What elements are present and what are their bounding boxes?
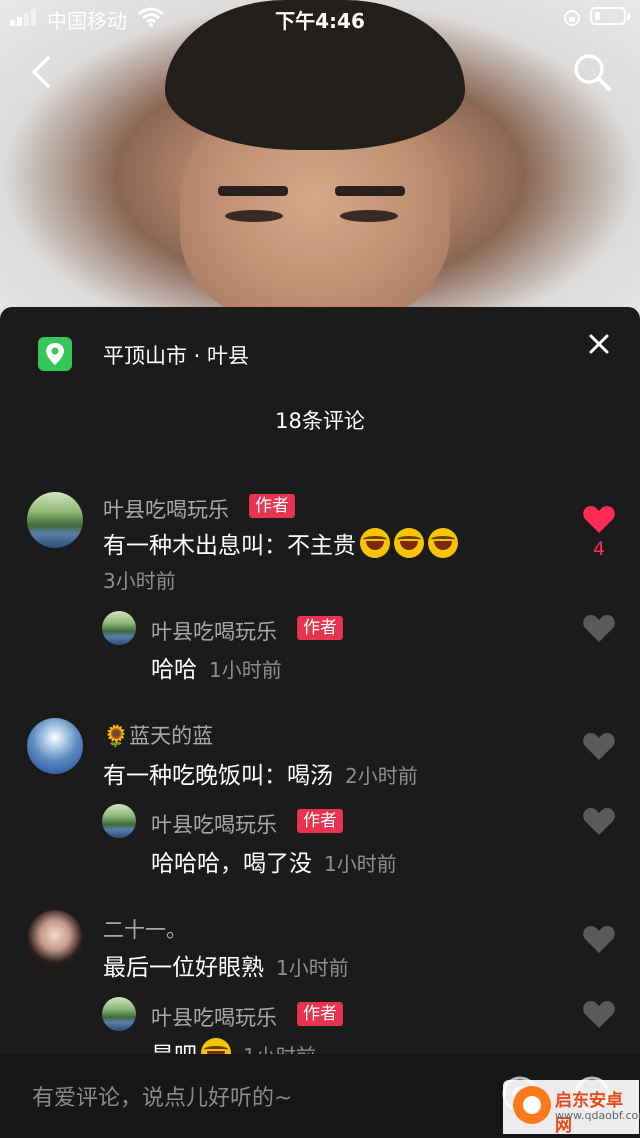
heart-icon[interactable] [582, 730, 616, 762]
heart-liked-icon[interactable] [582, 503, 616, 535]
reply-body: 哈哈 [151, 657, 197, 683]
search-icon[interactable] [570, 50, 614, 94]
sunflower-emoji-icon: 🌻 [103, 724, 130, 748]
reply-time: 1小时前 [209, 658, 282, 682]
reply-text: 哈哈哈，喝了没 1小时前 [151, 844, 397, 878]
back-icon[interactable] [24, 52, 64, 92]
author-badge: 作者 [297, 616, 343, 640]
rotation-lock-icon [564, 10, 580, 26]
site-watermark: 启东安卓网 www.qdaobf.com [503, 1080, 640, 1136]
comment-time: 3小时前 [103, 569, 176, 593]
avatar[interactable] [27, 718, 83, 774]
comment-body: 有一种木出息叫：不主贵 [103, 533, 356, 559]
author-badge: 作者 [297, 809, 343, 833]
video-eyebrow-left [218, 186, 288, 196]
reply-body: 哈哈哈，喝了没 [151, 851, 312, 877]
video-eyebrow-right [335, 186, 405, 196]
author-badge: 作者 [297, 1002, 343, 1026]
rolling-laugh-emoji-icon [394, 528, 424, 558]
comment-text: 有一种木出息叫：不主贵 [103, 526, 458, 560]
comment-text: 有一种吃晚饭叫：喝汤 2小时前 [103, 756, 418, 790]
heart-icon[interactable] [582, 923, 616, 955]
comment-text: 最后一位好眼熟 1小时前 [103, 948, 349, 982]
avatar[interactable] [102, 804, 136, 838]
reply-text: 哈哈 1小时前 [151, 650, 282, 684]
reply-username[interactable]: 叶县吃喝玩乐 [151, 809, 277, 839]
reply-username[interactable]: 叶县吃喝玩乐 [151, 1002, 277, 1032]
location-row[interactable]: 平顶山市 · 叶县 [0, 307, 640, 403]
video-eye-right [340, 210, 398, 222]
comment-input[interactable] [30, 1079, 474, 1117]
avatar[interactable] [102, 997, 136, 1031]
avatar[interactable] [27, 492, 83, 548]
comment-body: 最后一位好眼熟 [103, 955, 264, 981]
watermark-url: www.qdaobf.com [555, 1109, 640, 1122]
location-pin-icon [38, 337, 72, 371]
comment-time: 1小时前 [276, 956, 349, 980]
comment-time: 2小时前 [345, 764, 418, 788]
rolling-laugh-emoji-icon [360, 528, 390, 558]
clock: 下午4:46 [275, 9, 365, 33]
reply-username[interactable]: 叶县吃喝玩乐 [151, 616, 277, 646]
heart-icon[interactable] [582, 998, 616, 1030]
status-bar: 中国移动 下午4:46 [0, 0, 640, 36]
watermark-logo-icon [513, 1086, 551, 1124]
comment-username[interactable]: 叶县吃喝玩乐 [103, 494, 229, 524]
author-badge: 作者 [249, 494, 295, 518]
heart-icon[interactable] [582, 612, 616, 644]
avatar[interactable] [27, 910, 83, 966]
reply-time: 1小时前 [324, 852, 397, 876]
avatar[interactable] [102, 611, 136, 645]
battery-icon [590, 7, 630, 25]
comment-username[interactable]: 🌻蓝天的蓝 [103, 720, 213, 750]
location-label[interactable]: 平顶山市 · 叶县 [103, 340, 249, 370]
comment-count: 18条评论 [275, 409, 365, 433]
username-text: 蓝天的蓝 [129, 724, 214, 748]
heart-icon[interactable] [582, 805, 616, 837]
rolling-laugh-emoji-icon [428, 528, 458, 558]
like-count: 4 [592, 538, 606, 560]
comment-username[interactable]: 二十一。 [103, 914, 187, 944]
video-eye-left [225, 210, 283, 222]
comments-panel: 平顶山市 · 叶县 18条评论 叶县吃喝玩乐 作者 有一种木出息叫：不主贵 3小… [0, 307, 640, 1138]
comment-body: 有一种吃晚饭叫：喝汤 [103, 763, 333, 789]
close-icon[interactable] [582, 327, 616, 361]
